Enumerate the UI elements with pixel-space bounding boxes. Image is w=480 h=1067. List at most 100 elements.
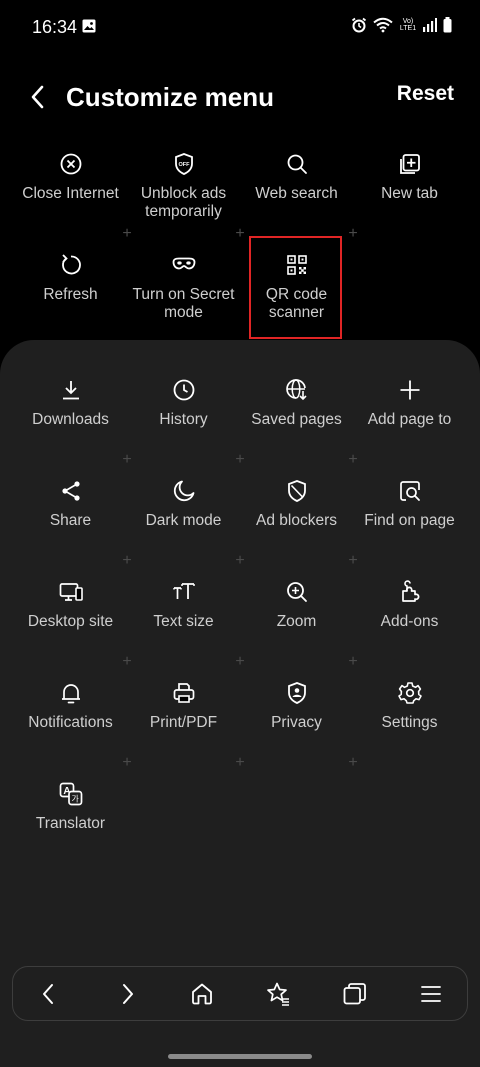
grid-plus-marker: + [122,754,132,771]
menu-item-zoom[interactable]: Zoom [240,579,353,631]
home-indicator [168,1054,312,1059]
gear-icon [397,682,422,704]
back-button[interactable] [24,80,54,114]
grid-plus-marker: + [235,653,245,670]
menu-item-label: Find on page [364,512,455,529]
menu-item-label: Desktop site [27,613,114,630]
menu-item-add-ons[interactable]: Add-ons [353,579,466,631]
menu-item-label: New tab [381,185,438,202]
menu-item-label: Add-ons [380,613,439,630]
shield-icon [287,480,306,502]
grid-plus-marker: + [348,754,358,771]
menu-item-label: Ad blockers [256,512,337,529]
search-icon [287,154,307,174]
nav-menu-button[interactable] [417,980,445,1008]
menu-item-label: Translator [35,815,106,832]
zoom-in-icon [286,582,307,602]
menu-item-label: Refresh [43,286,98,303]
menu-item-label: Dark mode [145,512,222,529]
menu-item-add-page-to[interactable]: Add page to [353,377,466,429]
menu-item-label: Downloads [32,411,109,428]
plus-icon [400,380,419,400]
menu-item-label: Turn on Secret mode [132,286,235,321]
nav-home-button[interactable] [188,980,216,1008]
grid-plus-marker: + [348,552,358,569]
grid-plus-marker: + [235,451,245,468]
nav-back-button[interactable] [35,980,63,1008]
signal-icon [423,18,437,32]
menu-item-ad-blockers[interactable]: Ad blockers [240,478,353,530]
moon-icon [173,480,194,502]
menu-item-label: Web search [255,185,338,202]
reset-button[interactable]: Reset [397,82,454,106]
menu-item-label: Settings [381,714,438,731]
highlight-box [249,236,342,339]
menu-item-share[interactable]: Share [14,478,127,530]
printer-icon [173,683,194,703]
menu-item-settings[interactable]: Settings [353,680,466,732]
page-title: Customize menu [66,82,275,112]
menu-item-privacy[interactable]: Privacy [240,680,353,732]
menu-item-unblock-ads[interactable]: OFF Unblock ads temporarily [127,151,240,221]
grid-plus-marker: + [235,552,245,569]
download-icon [62,381,79,400]
bottom-toolbar [12,966,468,1021]
status-bar: 16:34 Vo) LTE1 [0,0,480,56]
menu-item-label: Close Internet [22,185,119,202]
svg-text:가: 가 [71,795,79,804]
svg-text:OFF: OFF [178,162,190,168]
menu-item-label: Saved pages [251,411,342,428]
menu-item-label: Zoom [276,613,317,630]
menu-item-notifications[interactable]: Notifications [14,680,127,732]
menu-item-label: History [159,411,208,428]
desktop-icon [59,583,83,601]
alarm-icon [351,17,367,33]
menu-item-find-on-page[interactable]: Find on page [353,478,466,530]
grid-plus-marker: + [235,225,245,242]
share-icon [61,481,80,501]
volte-indicator: Vo) LTE1 [399,18,417,32]
grid-plus-marker: + [122,225,132,242]
menu-item-history[interactable]: History [127,377,240,429]
globe-download-icon [285,379,307,401]
menu-item-close-internet[interactable]: Close Internet [14,151,127,203]
menu-item-saved-pages[interactable]: Saved pages [240,377,353,429]
grid-plus-marker: + [235,754,245,771]
text-size-icon [172,583,195,599]
grid-plus-marker: + [122,653,132,670]
menu-item-translator[interactable]: A 가 Translator [14,781,127,833]
wifi-icon [373,17,393,33]
grid-plus-marker: + [122,451,132,468]
menu-item-downloads[interactable]: Downloads [14,377,127,429]
menu-item-label: Text size [153,613,214,630]
new-tab-icon [399,154,420,174]
menu-item-web-search[interactable]: Web search [240,151,353,203]
menu-item-new-tab[interactable]: New tab [353,151,466,203]
grid-plus-marker: + [348,653,358,670]
menu-item-label: Print/PDF [149,714,218,731]
status-time: 16:34 [32,17,78,37]
grid-plus-marker: + [348,225,358,242]
privacy-shield-icon [287,682,306,704]
menu-item-dark-mode[interactable]: Dark mode [127,478,240,530]
menu-item-secret-mode[interactable]: Turn on Secret mode [127,252,240,322]
menu-item-desktop-site[interactable]: Desktop site [14,579,127,631]
menu-item-refresh[interactable]: Refresh [14,252,127,304]
menu-item-label: Notifications [28,714,113,731]
menu-item-print-pdf[interactable]: Print/PDF [127,680,240,732]
battery-icon [443,17,452,33]
header: Customize menu Reset [0,70,480,124]
nav-tabs-button[interactable] [341,980,369,1008]
menu-item-label: Privacy [271,714,322,731]
nav-forward-button[interactable] [113,980,141,1008]
nav-bookmarks-button[interactable] [264,980,292,1008]
close-circle-icon [60,153,81,175]
menu-item-label: Share [49,512,92,529]
find-page-icon [399,481,420,501]
translate-icon: A 가 [59,782,82,806]
grid-plus-marker: + [348,451,358,468]
refresh-icon [61,254,81,275]
clock-icon [173,379,194,401]
menu-item-text-size[interactable]: Text size [127,579,240,631]
grid-plus-marker: + [122,552,132,569]
